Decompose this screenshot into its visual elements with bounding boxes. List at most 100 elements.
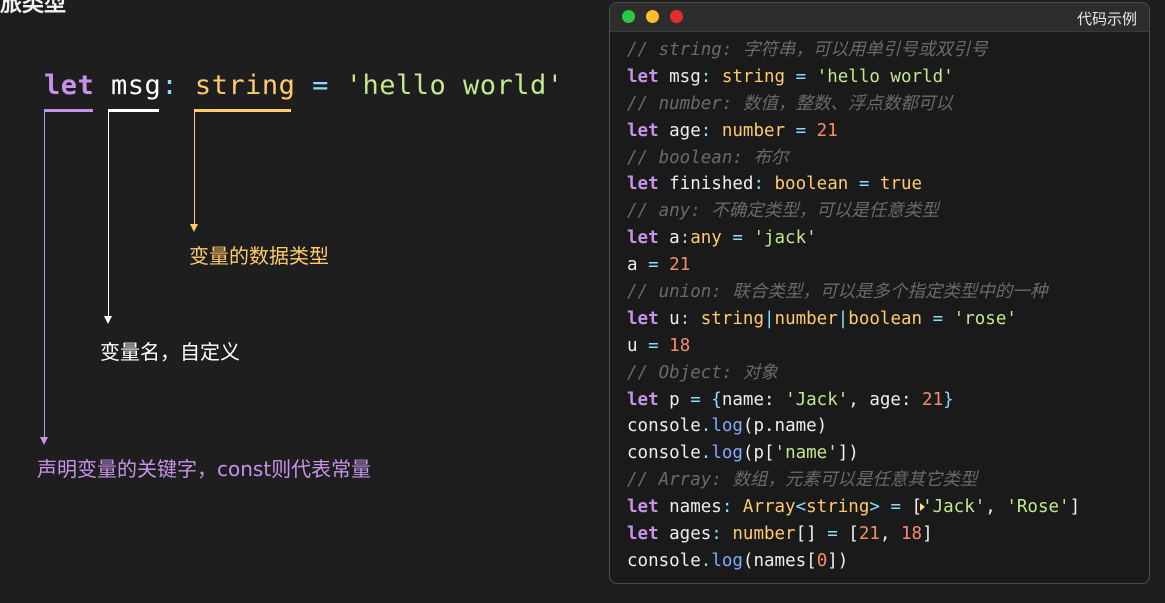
code-token-dot: . (700, 443, 712, 464)
code-token-type: any (690, 228, 722, 249)
keyword-underline (44, 109, 93, 112)
code-token-number: 0 (816, 550, 828, 571)
code-token-type: number (732, 524, 796, 545)
code-token-string: 'Jack' (785, 389, 849, 410)
window-maximize-icon[interactable] (622, 10, 635, 23)
code-token-keyword: let (627, 66, 659, 87)
heading-fragment: 旅类型 (0, 0, 67, 17)
code-token-dot: . (700, 416, 712, 437)
code-line: let u: string|number|boolean = 'rose' (627, 306, 1080, 333)
code-token-number: 18 (669, 335, 691, 356)
window-close-icon[interactable] (670, 10, 683, 23)
code-token-args: (names[ (742, 550, 817, 571)
code-token-punct: : (711, 524, 733, 545)
window-title-bar: 代码示例 (610, 3, 1149, 32)
code-token-keyword: let (627, 174, 659, 195)
name-annotation: 变量名，自定义 (100, 340, 240, 364)
code-token-comma: , (985, 497, 1007, 518)
keyword-connector-line (44, 112, 45, 437)
type-arrow-icon (190, 224, 198, 232)
code-token-keyword: let (627, 120, 659, 141)
decl-value: 'hello world' (345, 70, 564, 101)
code-example-window: 代码示例 // string: 字符串，可以用单引号或双引号 let msg: … (609, 2, 1150, 584)
code-line: let age: number = 21 (627, 118, 1080, 145)
code-token-punct: : (700, 120, 722, 141)
code-line: let a:any = 'jack' (627, 225, 1080, 252)
code-token-string: 'name' (774, 443, 838, 464)
code-token-args: (p.name) (742, 416, 828, 437)
name-arrow-icon (104, 316, 112, 324)
code-token-operator: = (785, 120, 817, 141)
code-token-brace: { (711, 389, 722, 410)
code-token-identifier: finished (658, 174, 754, 195)
code-token-bracket: ] (922, 524, 933, 545)
code-line: let p = {name: 'Jack', age: 21} (627, 387, 1080, 414)
keyword-annotation: 声明变量的关键字，const则代表常量 (37, 457, 372, 481)
code-line: u = 18 (627, 333, 1080, 360)
code-token-punct: : (679, 228, 691, 249)
code-token-args: (p[ (742, 443, 775, 464)
code-token-type: string (721, 66, 786, 87)
code-token-key: age: (869, 389, 923, 410)
code-token-number: 21 (922, 389, 944, 410)
code-token-type: boolean (848, 308, 923, 329)
code-comment: // number: 数值，整数、浮点数都可以 (627, 93, 953, 114)
code-token-boolean: true (879, 174, 923, 195)
code-token-function: log (711, 443, 743, 464)
code-line: console.log(p['name']) (627, 440, 1080, 467)
code-line: let names: Array<string> = ['Jack', 'Ros… (627, 494, 1080, 521)
code-token-function: log (711, 550, 743, 571)
code-token-identifier: age (658, 120, 701, 141)
decl-variable-name: msg (111, 70, 162, 101)
code-token-bracket: ] (1069, 497, 1081, 518)
code-comment: // string: 字符串，可以用单引号或双引号 (627, 40, 988, 60)
code-comment: // boolean: 布尔 (627, 147, 789, 168)
code-token-key: name: (721, 389, 786, 410)
code-line: let msg: string = 'hello world' (627, 64, 1080, 91)
code-token-number: 21 (858, 524, 880, 545)
code-token-keyword: let (627, 389, 659, 410)
code-token-identifier: u (658, 308, 680, 329)
code-token-pipe: | (837, 308, 849, 329)
code-token-args: ]) (827, 550, 849, 571)
code-token-identifier: names (658, 497, 722, 518)
code-token-identifier: a (658, 228, 680, 249)
code-token-punct: : (753, 174, 775, 195)
code-token-object: console (627, 416, 701, 437)
code-token-number: 18 (900, 524, 923, 545)
code-token-operator: = (637, 335, 670, 356)
code-token-identifier: a (627, 255, 638, 276)
code-token-number: 21 (816, 120, 838, 141)
code-token-pipe: | (763, 308, 775, 329)
code-token-string: 'Jack' (922, 497, 986, 518)
code-token-function: log (711, 416, 743, 437)
code-token-type: number (774, 308, 838, 329)
type-connector-line (194, 112, 195, 224)
code-token-type: boolean (774, 174, 849, 195)
window-minimize-icon[interactable] (646, 10, 659, 23)
type-annotation: 变量的数据类型 (189, 244, 329, 268)
code-token-keyword: let (627, 524, 659, 545)
window-title: 代码示例 (1076, 10, 1137, 28)
code-token-string: 'hello world' (816, 66, 954, 87)
code-token-brace: } (943, 389, 954, 410)
code-line: console.log(names[0]) (627, 548, 1080, 575)
name-connector-line (108, 112, 109, 316)
code-token-string: 'jack' (753, 228, 817, 249)
declaration-example: let msg: string = 'hello world' (44, 70, 564, 101)
type-underline (194, 109, 291, 112)
code-token-bracket: [ (848, 524, 859, 545)
decl-equals: = (312, 70, 329, 101)
code-token-keyword: let (627, 228, 659, 249)
code-editor: // string: 字符串，可以用单引号或双引号 let msg: strin… (627, 37, 1080, 575)
code-token-comma: , (848, 389, 870, 410)
code-line: let finished: boolean = true (627, 171, 1080, 198)
code-token-comma: , (879, 524, 901, 545)
code-token-angle: < (795, 497, 807, 518)
code-token-string: 'Rose' (1006, 497, 1070, 518)
code-token-keyword: let (627, 308, 659, 329)
code-token-number: 21 (669, 255, 691, 276)
code-token-punct: : (679, 308, 701, 329)
code-line: let ages: number[] = [21, 18] (627, 521, 1080, 548)
code-token-type: string (700, 308, 764, 329)
